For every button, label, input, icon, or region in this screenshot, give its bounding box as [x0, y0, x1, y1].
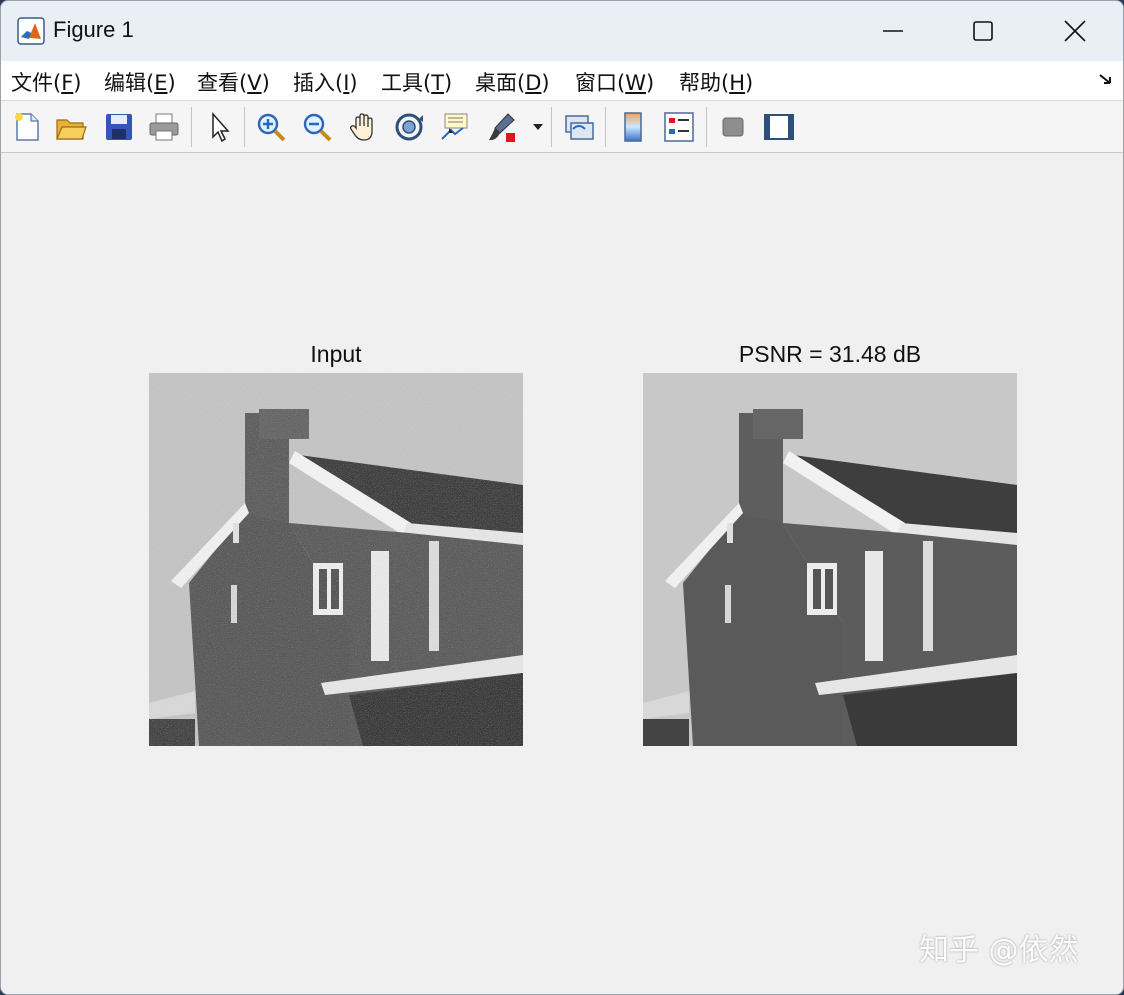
figure-canvas[interactable]: Input PSNR = 31.48 dB 知乎 @依然	[1, 153, 1123, 994]
window-title: Figure 1	[53, 17, 134, 42]
toolbar-separator	[706, 107, 707, 147]
save-button[interactable]	[101, 109, 137, 145]
data-cursor-button[interactable]	[437, 109, 473, 145]
toolbar-separator	[605, 107, 606, 147]
brush-icon	[489, 113, 515, 142]
figure-window: Figure 1 文件(F) 编辑(E) 查看(V) 插入(I) 工具(T) 桌…	[0, 0, 1124, 995]
menu-window[interactable]: 窗口(W)	[575, 67, 654, 97]
toolbar-separator	[191, 107, 192, 147]
open-file-icon	[56, 119, 87, 140]
save-icon	[106, 114, 132, 140]
close-icon	[1064, 20, 1086, 42]
maximize-button[interactable]	[937, 1, 1029, 61]
new-figure-button[interactable]	[9, 109, 45, 145]
denoised-image[interactable]	[642, 373, 1018, 746]
pan-hand-icon	[350, 113, 373, 141]
chevron-down-icon	[533, 124, 543, 130]
dock-figure-icon[interactable]	[1097, 69, 1117, 89]
brush-button[interactable]	[485, 109, 521, 145]
left-axes-title: Input	[310, 341, 362, 367]
print-button[interactable]	[146, 109, 182, 145]
colorbar-button[interactable]	[615, 109, 651, 145]
watermark-text: 知乎 @依然	[919, 933, 1079, 968]
menu-insert[interactable]: 插入(I)	[293, 67, 358, 97]
title-bar[interactable]: Figure 1	[1, 1, 1123, 61]
menu-file[interactable]: 文件(F)	[11, 67, 82, 97]
menu-desktop[interactable]: 桌面(D)	[475, 67, 550, 97]
input-image[interactable]	[149, 373, 523, 746]
brush-dropdown-button[interactable]	[529, 109, 547, 145]
print-icon	[149, 113, 179, 141]
select-arrow-icon	[212, 112, 230, 143]
right-axes-title: PSNR = 31.48 dB	[738, 341, 922, 367]
close-button[interactable]	[1029, 1, 1121, 61]
open-file-button[interactable]	[53, 109, 89, 145]
legend-button[interactable]	[661, 109, 697, 145]
minimize-button[interactable]	[847, 1, 939, 61]
data-cursor-icon	[441, 113, 468, 140]
colorbar-icon	[624, 112, 642, 142]
legend-icon	[664, 112, 694, 142]
menu-edit[interactable]: 编辑(E)	[104, 67, 176, 97]
menu-help[interactable]: 帮助(H)	[679, 67, 753, 97]
hide-plot-tools-icon	[722, 117, 744, 137]
hide-plot-tools-button[interactable]	[715, 109, 751, 145]
new-figure-icon	[15, 113, 39, 141]
maximize-icon	[973, 21, 993, 41]
zoom-in-icon	[257, 113, 286, 142]
matlab-logo-icon	[17, 17, 45, 45]
minimize-icon	[883, 30, 903, 32]
select-button[interactable]	[201, 109, 237, 145]
rotate-3d-icon	[395, 113, 423, 141]
menu-bar: 文件(F) 编辑(E) 查看(V) 插入(I) 工具(T) 桌面(D) 窗口(W…	[1, 61, 1123, 101]
toolbar-separator	[244, 107, 245, 147]
link-plot-icon	[565, 115, 594, 140]
figure-toolbar	[1, 101, 1123, 153]
toolbar-separator	[551, 107, 552, 147]
menu-tools[interactable]: 工具(T)	[381, 67, 452, 97]
pan-button[interactable]	[345, 109, 381, 145]
show-plot-tools-button[interactable]	[761, 109, 797, 145]
rotate-3d-button[interactable]	[391, 109, 427, 145]
zoom-out-button[interactable]	[299, 109, 335, 145]
zoom-in-button[interactable]	[253, 109, 289, 145]
show-plot-tools-icon	[764, 114, 794, 140]
zoom-out-icon	[303, 113, 332, 142]
menu-view[interactable]: 查看(V)	[197, 67, 270, 97]
link-plot-button[interactable]	[561, 109, 597, 145]
